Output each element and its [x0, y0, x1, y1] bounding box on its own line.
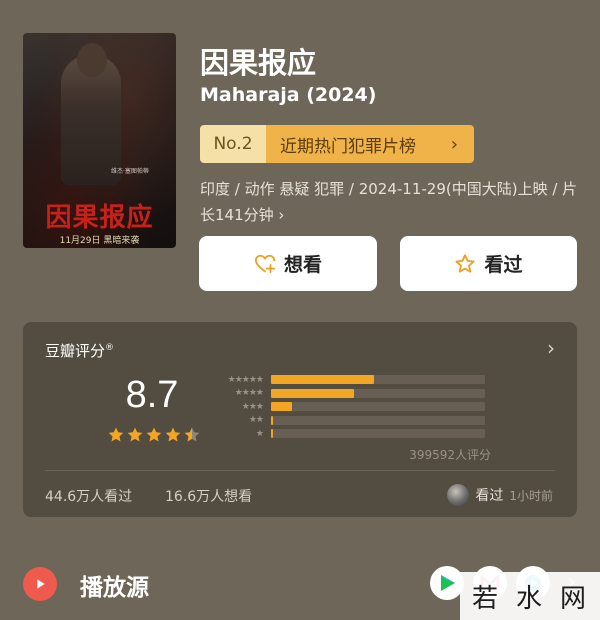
chevron-right-icon[interactable]: ›	[547, 336, 555, 360]
star-icon	[165, 427, 181, 442]
watched-button[interactable]: 看过	[400, 236, 577, 291]
distribution-stars: ★★	[248, 415, 264, 426]
want-to-watch-button[interactable]: 想看	[199, 236, 377, 291]
distribution-row: ★★★	[217, 400, 517, 414]
poster-figure-head	[77, 43, 107, 77]
heart-plus-icon	[254, 254, 276, 273]
want-label: 想看	[283, 254, 322, 276]
want-count[interactable]: 16.6万人想看	[165, 486, 252, 506]
chevron-right-icon: ›	[450, 133, 458, 155]
distribution-track	[271, 375, 485, 385]
poster-credits: 维杰·塞图帕蒂	[111, 168, 149, 175]
recent-activity[interactable]: 看过 1小时前	[447, 484, 553, 506]
play-source-title: 播放源	[80, 575, 149, 601]
recent-time: 1小时前	[509, 488, 553, 503]
distribution-track	[271, 415, 485, 425]
seen-label: 看过	[484, 254, 523, 276]
movie-original-title: Maharaja (2024)	[200, 84, 377, 106]
distribution-track	[271, 388, 485, 398]
rating-score: 8.7	[125, 374, 179, 416]
distribution-stars: ★★★★★	[227, 374, 264, 385]
recent-label: 看过	[475, 488, 504, 504]
distribution-track	[271, 429, 485, 439]
rating-distribution: ★★★★★ ★★★★ ★★★ ★★ ★	[217, 373, 517, 441]
rating-header-label: 豆瓣评分	[45, 342, 106, 360]
divider	[45, 470, 555, 471]
iqiyi-app-icon[interactable]	[430, 566, 464, 600]
rank-list-link[interactable]: 近期热门犯罪片榜 ›	[266, 125, 474, 163]
distribution-bar	[271, 402, 293, 412]
poster-title: 因果报应	[45, 203, 154, 233]
poster-date: 11月29日 黑暗来袭	[59, 236, 140, 246]
rank-badge[interactable]: No.2 近期热门犯罪片榜 ›	[200, 125, 474, 163]
distribution-row: ★★★★	[217, 387, 517, 401]
rank-list-name: 近期热门犯罪片榜	[280, 136, 416, 157]
rating-votes: 399592人评分	[409, 448, 491, 462]
distribution-track	[271, 402, 485, 412]
movie-poster[interactable]: 维杰·塞图帕蒂 因果报应 11月29日 黑暗来袭	[23, 33, 176, 248]
movie-meta[interactable]: 印度 / 动作 悬疑 犯罪 / 2024-11-29(中国大陆)上映 / 片长1…	[200, 176, 580, 228]
rank-number: No.2	[200, 125, 266, 163]
star-icon	[184, 427, 200, 442]
avatar	[447, 484, 470, 506]
distribution-bar	[271, 429, 274, 439]
watermark-char: 水	[515, 583, 544, 614]
star-icon	[127, 427, 143, 442]
play-icon	[23, 567, 57, 601]
distribution-row: ★★★★★	[217, 373, 517, 387]
seen-count[interactable]: 44.6万人看过	[45, 486, 132, 506]
star-icon	[146, 427, 162, 442]
movie-title: 因果报应	[200, 46, 317, 80]
rating-stars	[107, 426, 201, 444]
star-outline-icon	[455, 253, 476, 273]
distribution-stars: ★	[255, 428, 264, 439]
distribution-bar	[271, 388, 355, 398]
watermark: 若水网	[460, 572, 600, 620]
distribution-stars: ★★★	[241, 401, 264, 412]
distribution-row: ★	[217, 427, 517, 441]
watermark-char: 若	[471, 583, 500, 614]
distribution-stars: ★★★★	[234, 388, 264, 399]
distribution-row: ★★	[217, 414, 517, 428]
registered-mark: ®	[105, 343, 115, 353]
rating-card[interactable]: 豆瓣评分® › 8.7 ★★★★★ ★★★★ ★★★ ★★ ★ 399592人评分 44…	[23, 322, 577, 517]
watermark-char: 网	[560, 583, 589, 614]
distribution-bar	[271, 415, 274, 425]
distribution-bar	[271, 375, 374, 385]
rating-header: 豆瓣评分®	[45, 340, 114, 361]
star-icon	[108, 427, 124, 442]
